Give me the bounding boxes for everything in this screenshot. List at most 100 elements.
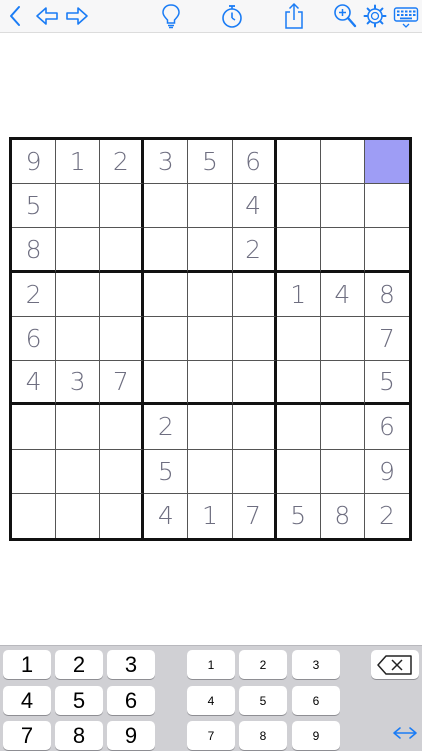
sudoku-cell[interactable]	[364, 228, 409, 273]
hint-lightbulb-icon[interactable]	[159, 2, 183, 30]
sudoku-cell[interactable]: 8	[321, 493, 365, 538]
sudoku-cell[interactable]	[100, 272, 145, 317]
sudoku-cell[interactable]	[100, 449, 145, 494]
sudoku-cell[interactable]	[188, 316, 233, 362]
sudoku-cell[interactable]	[276, 449, 321, 494]
sudoku-cell[interactable]: 7	[100, 361, 145, 406]
pencil-digit-key[interactable]: 3	[292, 650, 340, 679]
sudoku-cell[interactable]	[100, 184, 145, 229]
sudoku-cell[interactable]	[144, 361, 189, 406]
sudoku-cell[interactable]	[276, 361, 321, 406]
sudoku-cell[interactable]: 4	[232, 184, 277, 229]
sudoku-cell[interactable]	[100, 493, 145, 538]
pencil-digit-key[interactable]: 7	[187, 721, 235, 750]
sudoku-cell[interactable]: 3	[56, 361, 101, 406]
sudoku-cell[interactable]: 5	[12, 184, 57, 229]
sudoku-cell[interactable]	[12, 449, 57, 494]
sudoku-cell[interactable]: 9	[364, 450, 409, 494]
sudoku-cell[interactable]	[56, 493, 101, 538]
digit-key[interactable]: 9	[107, 721, 155, 750]
sudoku-cell[interactable]	[188, 228, 233, 273]
sudoku-cell[interactable]	[232, 316, 277, 362]
sudoku-cell[interactable]	[276, 140, 321, 185]
sudoku-cell[interactable]: 4	[144, 493, 189, 538]
digit-key[interactable]: 3	[107, 650, 155, 679]
sudoku-cell[interactable]: 3	[144, 140, 189, 185]
delete-key[interactable]	[371, 650, 419, 679]
digit-key[interactable]: 1	[3, 650, 51, 679]
digit-key[interactable]: 4	[3, 686, 51, 715]
sudoku-cell[interactable]	[232, 272, 277, 317]
sudoku-cell[interactable]	[276, 405, 321, 450]
sudoku-cell[interactable]	[56, 184, 101, 229]
sudoku-cell[interactable]: 1	[56, 140, 101, 185]
sudoku-cell[interactable]	[232, 449, 277, 494]
pencil-digit-key[interactable]: 5	[239, 686, 287, 715]
settings-gear-icon[interactable]	[362, 2, 388, 30]
digit-key[interactable]: 8	[55, 721, 103, 750]
sudoku-cell[interactable]	[188, 361, 233, 406]
sudoku-cell[interactable]	[56, 272, 101, 317]
sudoku-cell[interactable]	[12, 405, 57, 450]
sudoku-cell[interactable]	[320, 405, 365, 450]
timer-stopwatch-icon[interactable]	[219, 2, 245, 30]
pencil-digit-key[interactable]: 8	[239, 721, 287, 750]
sudoku-cell[interactable]: 7	[233, 493, 277, 538]
back-chevron-icon[interactable]	[6, 2, 24, 30]
sudoku-cell[interactable]: 2	[232, 228, 277, 273]
sudoku-cell[interactable]	[188, 449, 233, 494]
sudoku-cell[interactable]: 4	[320, 272, 365, 317]
sudoku-cell[interactable]	[320, 184, 365, 229]
sudoku-cell[interactable]	[144, 228, 189, 273]
digit-key[interactable]: 5	[55, 686, 103, 715]
digit-key[interactable]: 6	[107, 686, 155, 715]
pencil-digit-key[interactable]: 6	[292, 686, 340, 715]
redo-arrow-icon[interactable]	[64, 2, 90, 30]
sudoku-cell[interactable]: 5	[364, 361, 409, 406]
zoom-icon[interactable]	[332, 2, 358, 30]
sudoku-cell[interactable]: 2	[12, 272, 57, 317]
sudoku-cell[interactable]: 6	[232, 140, 277, 185]
sudoku-cell[interactable]: 8	[364, 273, 409, 317]
sudoku-cell[interactable]	[320, 228, 365, 273]
sudoku-cell[interactable]	[188, 272, 233, 317]
sudoku-cell[interactable]: 7	[364, 317, 409, 362]
sudoku-cell[interactable]	[100, 405, 145, 450]
swap-arrows-icon[interactable]	[392, 723, 418, 743]
sudoku-cell[interactable]	[320, 316, 365, 362]
sudoku-cell[interactable]	[364, 184, 409, 229]
sudoku-cell[interactable]	[232, 405, 277, 450]
sudoku-cell[interactable]: 1	[188, 493, 233, 538]
sudoku-cell[interactable]	[276, 316, 321, 362]
share-icon[interactable]	[281, 2, 307, 30]
sudoku-cell[interactable]: 5	[188, 140, 233, 185]
sudoku-cell[interactable]	[232, 361, 277, 406]
keyboard-icon[interactable]	[393, 2, 419, 30]
pencil-digit-key[interactable]: 4	[187, 686, 235, 715]
sudoku-cell[interactable]	[56, 449, 101, 494]
sudoku-cell[interactable]	[56, 316, 101, 362]
sudoku-cell[interactable]	[56, 228, 101, 273]
pencil-digit-key[interactable]: 1	[187, 650, 235, 679]
sudoku-cell[interactable]: 6	[12, 316, 57, 362]
sudoku-cell[interactable]: 2	[365, 494, 409, 538]
sudoku-cell[interactable]: 4	[12, 361, 57, 406]
sudoku-cell[interactable]: 6	[364, 405, 409, 450]
sudoku-cell[interactable]	[364, 140, 409, 185]
pencil-digit-key[interactable]: 9	[292, 721, 340, 750]
sudoku-cell[interactable]: 8	[12, 228, 57, 273]
sudoku-cell[interactable]	[276, 228, 321, 273]
sudoku-cell[interactable]	[276, 184, 321, 229]
digit-key[interactable]: 2	[55, 650, 103, 679]
sudoku-cell[interactable]: 5	[277, 493, 321, 538]
sudoku-cell[interactable]	[144, 316, 189, 362]
sudoku-cell[interactable]	[100, 228, 145, 273]
sudoku-cell[interactable]	[188, 405, 233, 450]
sudoku-cell[interactable]	[320, 361, 365, 406]
sudoku-cell[interactable]	[144, 184, 189, 229]
sudoku-cell[interactable]	[144, 272, 189, 317]
sudoku-cell[interactable]	[100, 316, 145, 362]
sudoku-cell[interactable]: 5	[144, 449, 189, 494]
sudoku-cell[interactable]	[56, 405, 101, 450]
sudoku-cell[interactable]: 9	[12, 140, 57, 185]
